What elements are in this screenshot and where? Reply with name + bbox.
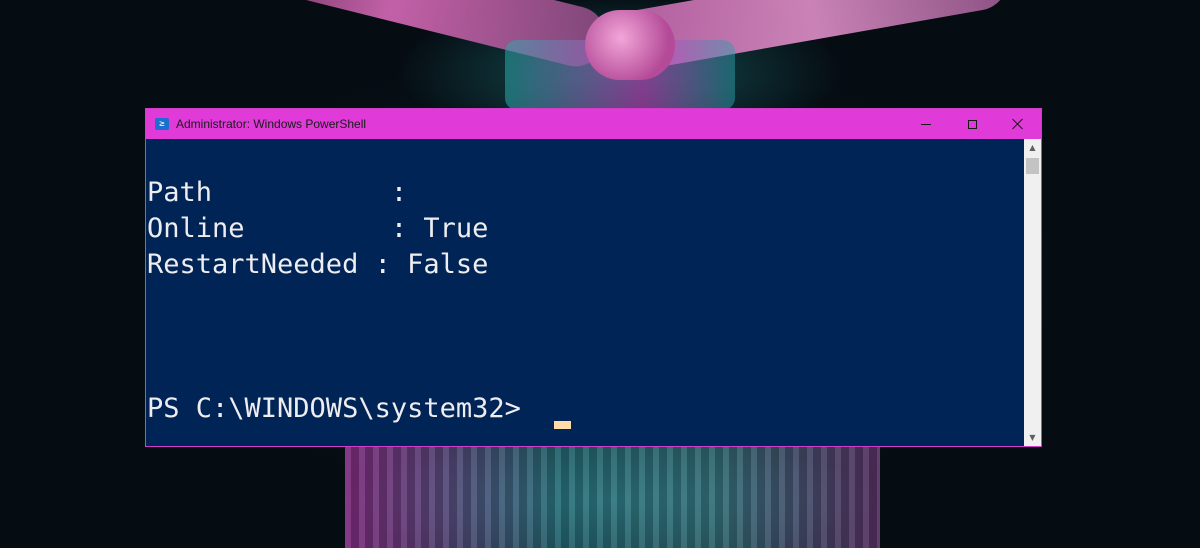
scroll-down-button[interactable]: ▼ — [1024, 429, 1041, 446]
minimize-button[interactable] — [903, 109, 949, 139]
title-bar[interactable]: ≥ Administrator: Windows PowerShell — [146, 109, 1041, 139]
maximize-button[interactable] — [949, 109, 995, 139]
close-icon — [1012, 118, 1024, 130]
chevron-up-icon: ▲ — [1029, 143, 1036, 152]
close-button[interactable] — [995, 109, 1041, 139]
console-prompt: PS C:\WINDOWS\system32> — [147, 393, 521, 424]
powershell-window[interactable]: ≥ Administrator: Windows PowerShell Path… — [145, 108, 1042, 447]
caption-buttons — [903, 109, 1041, 139]
console-line: RestartNeeded : False — [147, 249, 489, 280]
console-output[interactable]: Path : Online : True RestartNeeded : Fal… — [146, 139, 1024, 446]
scrollbar-thumb[interactable] — [1026, 158, 1039, 174]
window-title: Administrator: Windows PowerShell — [176, 117, 367, 131]
text-cursor — [554, 421, 571, 429]
scroll-up-button[interactable]: ▲ — [1024, 139, 1041, 156]
powershell-icon[interactable]: ≥ — [155, 118, 169, 130]
minimize-icon — [921, 123, 931, 125]
maximize-icon — [967, 119, 977, 129]
console-line: Online : True — [147, 213, 489, 244]
console-line: Path : — [147, 177, 408, 208]
wallpaper-ribbon-knot — [585, 10, 675, 80]
powershell-icon-glyph: ≥ — [159, 119, 165, 129]
chevron-down-icon: ▼ — [1029, 433, 1036, 442]
wallpaper-bottle-base — [345, 447, 880, 548]
vertical-scrollbar[interactable]: ▲ ▼ — [1024, 139, 1041, 446]
